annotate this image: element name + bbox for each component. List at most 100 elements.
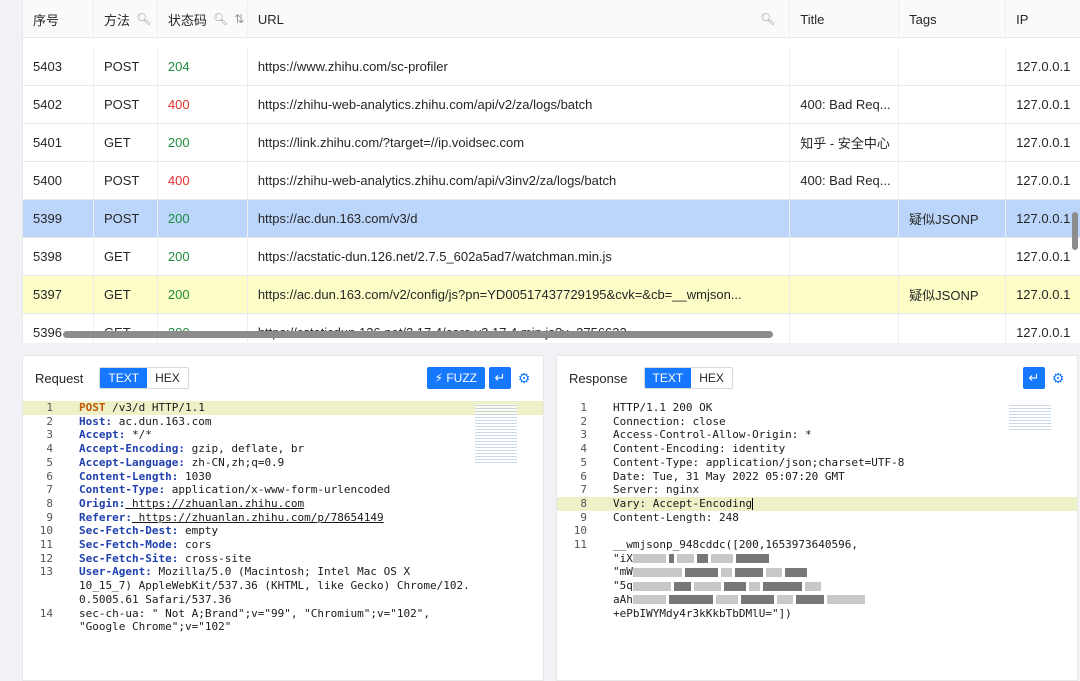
line-number — [23, 593, 79, 607]
header-value: gzip, deflate, br — [184, 442, 305, 456]
response-panel: Response TEXT HEX ↵ ⚙ 1 HTTP/1.1 200 OK 2 C… — [556, 355, 1078, 681]
code-line: 5 Accept-Language: zh-CN,zh;q=0.9 — [23, 456, 543, 470]
header-value: */* — [125, 428, 152, 442]
line-content: Content-Type: application/x-www-form-url… — [79, 483, 543, 497]
header-key: Accept: — [79, 428, 126, 442]
tab-text[interactable]: TEXT — [644, 368, 692, 388]
response-editor[interactable]: 1 HTTP/1.1 200 OK 2 Connection: close 3 Acces… — [557, 401, 1077, 680]
vertical-scrollbar[interactable] — [1072, 212, 1078, 250]
line-content: 10_15_7) AppleWebKit/537.36 (KHTML, like… — [79, 579, 543, 593]
header-value: application/x-www-form-urlencoded — [165, 483, 391, 497]
row-tags — [899, 47, 1007, 86]
code-line: 4 Accept-Encoding: gzip, deflate, br — [23, 442, 543, 456]
table-row[interactable]: 5397 GET 200 https://ac.dun.163.com/v2/conf… — [23, 275, 1080, 314]
row-status: 200 — [158, 275, 248, 314]
row-status: 204 — [158, 47, 248, 86]
col-header-ip[interactable]: IP — [1006, 0, 1080, 38]
row-index: 5396 — [23, 313, 94, 343]
row-tags — [899, 123, 1007, 162]
line-content: Origin: https://zhuanlan.zhihu.com — [79, 497, 543, 511]
sort-icon[interactable]: ⇅ — [234, 12, 244, 26]
code-line: 14 sec-ch-ua: " Not A;Brand";v="99", "Chr… — [23, 607, 543, 621]
col-header-title[interactable]: Title — [790, 0, 900, 38]
response-minimap[interactable] — [1009, 404, 1051, 432]
line-number: 14 — [39, 606, 53, 620]
request-table: 序号 方法 🔍︎ 状态码 🔍︎ ⇅ URL 🔍︎ Title Tags IP 5403 P… — [22, 0, 1080, 343]
table-row[interactable]: 5398 GET 200 https://acstatic-dun.126.net/2… — [23, 237, 1080, 276]
line-number — [557, 607, 613, 621]
wrap-lines-button[interactable]: ↵ — [489, 367, 511, 389]
line-number: 10 — [573, 524, 587, 538]
line-number — [557, 593, 613, 607]
code-line: 2 Host: ac.dun.163.com — [23, 415, 543, 429]
line-content: Content-Encoding: identity — [613, 442, 1077, 456]
line-content: Referer: https://zhuanlan.zhihu.com/p/78… — [79, 511, 543, 525]
line-content: Content-Type: application/json;charset=U… — [613, 456, 1077, 470]
header-key: Sec-Fetch-Mode: — [79, 538, 179, 552]
header-key: Sec-Fetch-Site: — [79, 551, 179, 565]
table-row[interactable]: 5396GET200https://cstaticdun.126.net/2.1… — [23, 313, 1080, 343]
redacted-block — [632, 567, 683, 577]
row-url: https://www.zhihu.com/sc-profiler — [248, 47, 791, 86]
redacted-block — [749, 581, 761, 591]
fuzz-button[interactable]: ⚡ FUZZ — [426, 367, 485, 389]
gear-icon[interactable]: ⚙ — [515, 370, 533, 387]
search-icon[interactable]: 🔍︎ — [760, 12, 775, 26]
col-header-status[interactable]: 状态码 🔍︎ ⇅ — [158, 0, 248, 38]
row-url: https://ac.dun.163.com/v2/config/js?pn=Y… — [248, 275, 791, 314]
redacted-block — [693, 581, 722, 591]
redacted-block — [685, 567, 719, 577]
redacted-block — [740, 595, 774, 605]
col-header-url[interactable]: URL 🔍︎ — [248, 0, 791, 38]
col-header-method[interactable]: 方法 🔍︎ — [94, 0, 158, 38]
line-number: 5 — [580, 455, 587, 469]
line-number — [557, 565, 613, 579]
table-header: 序号 方法 🔍︎ 状态码 🔍︎ ⇅ URL 🔍︎ Title Tags IP — [23, 0, 1080, 38]
line-content: Accept: */* — [79, 428, 543, 442]
gear-icon[interactable]: ⚙ — [1049, 370, 1067, 387]
line-content: "iX — [613, 552, 1077, 566]
header-value: 10_15_7) AppleWebKit/537.36 (KHTML, like… — [79, 579, 470, 593]
line-text: __wmjsonp_948cddc([200,1653973640596, — [613, 538, 859, 552]
tab-hex[interactable]: HEX — [691, 368, 732, 388]
search-icon[interactable]: 🔍︎ — [136, 12, 151, 26]
response-title: Response — [569, 370, 628, 386]
code-line: "mW — [557, 565, 1077, 579]
wrap-lines-button[interactable]: ↵ — [1023, 367, 1045, 389]
line-text: Date: Tue, 31 May 2022 05:07:20 GMT — [613, 469, 845, 483]
row-method: GET — [94, 275, 158, 314]
line-number: 11 — [39, 538, 53, 552]
header-key: Origin: — [79, 496, 126, 510]
horizontal-scrollbar[interactable] — [63, 331, 773, 338]
row-title: 400: Bad Req... — [790, 161, 900, 200]
code-line: 9 Content-Length: 248 — [557, 511, 1077, 525]
line-number — [23, 579, 79, 593]
tab-hex[interactable]: HEX — [147, 368, 188, 388]
header-value: zh-CN,zh;q=0.9 — [184, 455, 285, 469]
line-content: Sec-Fetch-Site: cross-site — [79, 552, 543, 566]
col-header-tags[interactable]: Tags — [899, 0, 1007, 38]
header-value: Mozilla/5.0 (Macintosh; Intel Mac OS X — [151, 565, 411, 579]
col-header-index[interactable]: 序号 — [23, 0, 94, 38]
table-row[interactable]: 5401 GET 200 https://link.zhihu.com/?target… — [23, 123, 1080, 162]
code-line: 3 Access-Control-Allow-Origin: * — [557, 428, 1077, 442]
table-row[interactable]: 5399 POST 200 https://ac.dun.163.com/v3/d 疑似… — [23, 199, 1080, 238]
line-content: Sec-Fetch-Mode: cors — [79, 538, 543, 552]
code-line: 11 __wmjsonp_948cddc([200,1653973640596, — [557, 538, 1077, 552]
tab-text[interactable]: TEXT — [100, 368, 148, 388]
row-title — [790, 199, 900, 238]
row-url: https://zhihu-web-analytics.zhihu.com/ap… — [248, 161, 791, 200]
redacted-block — [785, 567, 808, 577]
row-index: 5398 — [23, 237, 94, 276]
line-text: +ePbIWYMdy4r3kKkbTbDMlU="]) — [613, 606, 792, 620]
row-title — [790, 313, 900, 343]
table-row[interactable]: 5403 POST 204 https://www.zhihu.com/sc-prof… — [23, 47, 1080, 86]
table-row[interactable]: 5400 POST 400 https://zhihu-web-analytics.z… — [23, 161, 1080, 200]
search-icon[interactable]: 🔍︎ — [213, 12, 228, 26]
request-minimap[interactable] — [475, 404, 517, 464]
redacted-block — [632, 554, 666, 564]
line-text: Connection: close — [613, 414, 726, 428]
request-editor[interactable]: 1 POST /v3/d HTTP/1.1 2 Host: ac.dun.163.co… — [23, 401, 543, 680]
table-row[interactable]: 5402 POST 400 https://zhihu-web-analytics.z… — [23, 85, 1080, 124]
row-tags — [899, 237, 1007, 276]
